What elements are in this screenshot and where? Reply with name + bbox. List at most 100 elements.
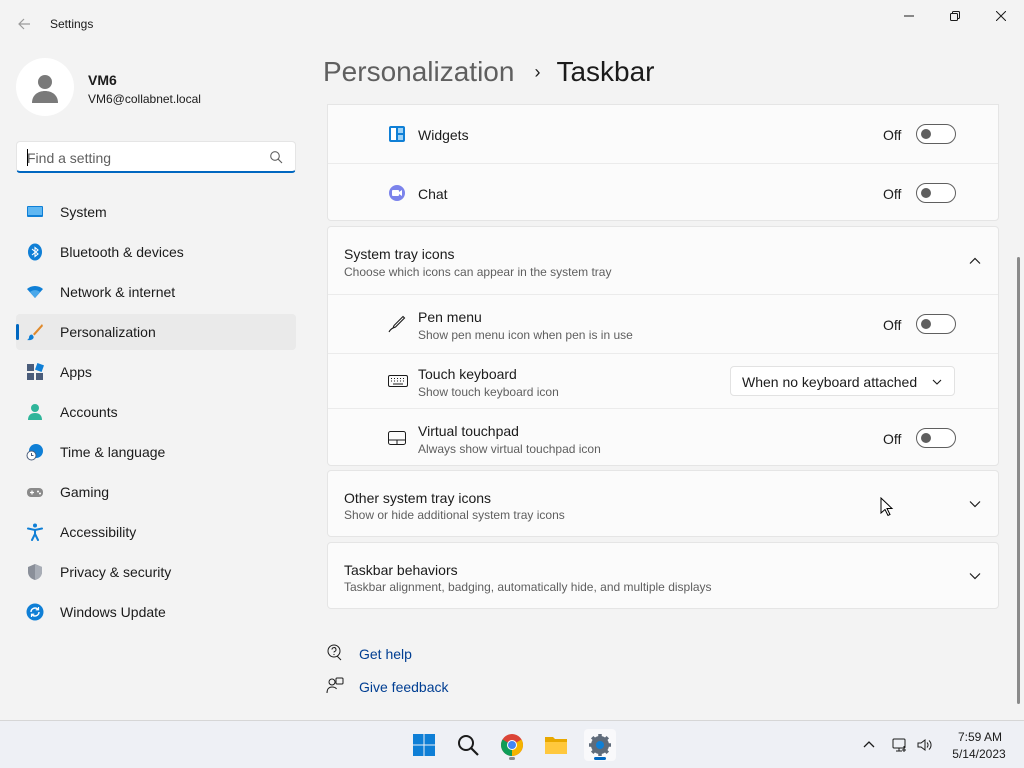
gear-icon	[589, 734, 611, 756]
running-indicator	[509, 757, 515, 760]
virtual-touchpad-toggle[interactable]	[916, 428, 956, 448]
chevron-up-icon[interactable]	[968, 254, 982, 268]
taskbar-items-card: Widgets Off Chat Off	[327, 104, 999, 221]
breadcrumb-parent[interactable]: Personalization	[323, 56, 514, 88]
chevron-down-icon[interactable]	[968, 569, 982, 583]
user-email: VM6@collabnet.local	[88, 92, 201, 106]
search-placeholder: Find a setting	[27, 150, 112, 166]
app-title: Settings	[50, 17, 94, 31]
sidebar-item-accounts[interactable]: Accounts	[16, 394, 296, 430]
sidebar-item-label: Accounts	[60, 404, 118, 420]
chat-icon	[389, 185, 405, 201]
card-title: Other system tray icons	[344, 490, 492, 506]
card-title: Taskbar behaviors	[344, 562, 458, 578]
setting-row-virtual-touchpad[interactable]: Virtual touchpad Always show virtual tou…	[328, 408, 998, 466]
setting-title: Chat	[418, 186, 448, 202]
minimize-icon	[904, 15, 914, 17]
windows-logo-icon	[413, 734, 435, 756]
sidebar-item-label: Network & internet	[60, 284, 176, 300]
clock-date: 5/14/2023	[952, 747, 1006, 761]
chevron-down-icon	[932, 379, 942, 385]
setting-subtitle: Show pen menu icon when pen is in use	[418, 328, 633, 342]
accounts-icon	[28, 404, 42, 420]
active-indicator	[594, 757, 606, 760]
gamepad-icon	[27, 488, 43, 497]
folder-icon	[545, 737, 567, 754]
other-tray-icons-card[interactable]: Other system tray icons Show or hide add…	[327, 470, 999, 537]
system-tray-header[interactable]: System tray icons Choose which icons can…	[328, 227, 998, 294]
sidebar-item-label: Time & language	[60, 444, 166, 460]
search-input[interactable]: Find a setting	[16, 141, 296, 173]
apps-icon	[27, 363, 44, 380]
taskbar-search-button[interactable]	[452, 729, 484, 761]
minimize-button[interactable]	[886, 0, 932, 32]
sidebar-item-accessibility[interactable]: Accessibility	[16, 514, 296, 550]
restore-button[interactable]	[932, 0, 978, 32]
sidebar-item-label: Apps	[60, 364, 92, 380]
sidebar-item-apps[interactable]: Apps	[16, 354, 296, 390]
brush-icon	[27, 324, 43, 341]
chrome-icon	[501, 734, 523, 756]
sidebar-item-windows-update[interactable]: Windows Update	[16, 594, 296, 630]
toggle-state-label: Off	[883, 127, 902, 143]
setting-title: Touch keyboard	[418, 366, 517, 382]
sidebar-item-network[interactable]: Network & internet	[16, 274, 296, 310]
restore-icon	[950, 11, 960, 21]
setting-row-chat[interactable]: Chat Off	[328, 163, 998, 221]
taskbar-file-explorer[interactable]	[540, 729, 572, 761]
volume-icon[interactable]	[917, 737, 933, 753]
system-icon	[27, 206, 43, 217]
touchpad-icon	[388, 431, 406, 445]
touch-keyboard-dropdown[interactable]: When no keyboard attached	[730, 366, 955, 396]
setting-row-widgets[interactable]: Widgets Off	[328, 105, 998, 163]
start-button[interactable]	[408, 729, 440, 761]
taskbar-chrome[interactable]	[496, 729, 528, 761]
sidebar-item-personalization[interactable]: Personalization	[16, 314, 296, 350]
chat-toggle[interactable]	[916, 183, 956, 203]
breadcrumb: Personalization › Taskbar	[323, 56, 655, 88]
dropdown-value: When no keyboard attached	[742, 374, 918, 390]
card-title: System tray icons	[344, 246, 455, 262]
setting-title: Pen menu	[418, 309, 482, 325]
scrollbar[interactable]	[1017, 257, 1020, 704]
network-icon[interactable]	[892, 737, 908, 753]
taskbar-behaviors-card[interactable]: Taskbar behaviors Taskbar alignment, bad…	[327, 542, 999, 609]
get-help-link[interactable]: Get help	[359, 646, 412, 662]
sidebar-item-label: Personalization	[60, 324, 156, 340]
setting-row-pen-menu[interactable]: Pen menu Show pen menu icon when pen is …	[328, 294, 998, 353]
close-button[interactable]	[978, 0, 1024, 32]
taskbar-settings[interactable]	[584, 729, 616, 761]
chevron-up-icon[interactable]	[861, 737, 877, 753]
setting-title: Virtual touchpad	[418, 423, 519, 439]
sidebar-item-system[interactable]: System	[16, 194, 296, 230]
sidebar-item-time-language[interactable]: Time & language	[16, 434, 296, 470]
clock-time: 7:59 AM	[957, 730, 1003, 744]
back-button[interactable]	[12, 12, 36, 36]
sidebar-item-gaming[interactable]: Gaming	[16, 474, 296, 510]
toggle-state-label: Off	[883, 431, 902, 447]
accessibility-icon	[27, 523, 43, 541]
sidebar-item-label: Accessibility	[60, 524, 137, 540]
mouse-cursor-icon	[880, 497, 894, 517]
globe-clock-icon	[26, 444, 43, 461]
title-bar: Settings	[0, 0, 1024, 48]
widgets-icon	[389, 126, 405, 142]
setting-subtitle: Show touch keyboard icon	[418, 385, 559, 399]
widgets-toggle[interactable]	[916, 124, 956, 144]
sidebar-item-label: Windows Update	[60, 604, 166, 620]
search-icon	[458, 735, 479, 756]
search-icon	[270, 151, 283, 164]
sidebar-item-privacy[interactable]: Privacy & security	[16, 554, 296, 590]
toggle-state-label: Off	[883, 186, 902, 202]
help-icon	[327, 644, 342, 661]
sidebar-item-bluetooth[interactable]: Bluetooth & devices	[16, 234, 296, 270]
chevron-down-icon[interactable]	[968, 497, 982, 511]
back-arrow-icon	[18, 18, 30, 30]
give-feedback-link[interactable]: Give feedback	[359, 679, 449, 695]
user-profile[interactable]: VM6 VM6@collabnet.local	[16, 58, 296, 118]
sidebar-item-label: Gaming	[60, 484, 110, 500]
toggle-knob	[921, 319, 931, 329]
setting-row-touch-keyboard[interactable]: Touch keyboard Show touch keyboard icon …	[328, 353, 998, 408]
pen-menu-toggle[interactable]	[916, 314, 956, 334]
text-caret	[27, 149, 28, 166]
